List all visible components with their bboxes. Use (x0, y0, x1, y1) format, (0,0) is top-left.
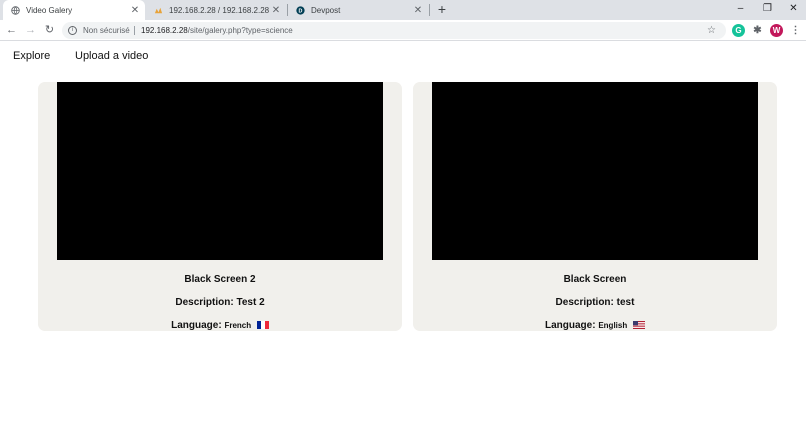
avatar[interactable]: W (770, 24, 783, 37)
language-label: Language: (544, 320, 596, 331)
browser-menu-icon[interactable]: ⋮ (789, 24, 802, 37)
us-flag-icon (633, 321, 645, 329)
security-label: Non sécurisé (83, 26, 130, 35)
close-window-button[interactable]: ✕ (780, 0, 806, 20)
info-icon[interactable]: i (68, 26, 77, 35)
video-language: Language: English (413, 320, 777, 331)
omnibox-divider (134, 26, 135, 35)
video-language: Language: French (38, 320, 402, 331)
url-host: 192.168.2.28 (141, 26, 188, 35)
extensions-puzzle-icon[interactable]: ✱ (751, 24, 764, 37)
video-description: Description: Test 2 (38, 297, 402, 308)
reload-icon: ↻ (44, 24, 55, 36)
french-flag-icon (256, 321, 269, 329)
reload-button[interactable]: ↻ (41, 22, 58, 39)
tab-divider (429, 4, 430, 16)
restore-button[interactable]: ❐ (754, 0, 781, 20)
new-tab-button[interactable]: + (434, 2, 450, 18)
video-title: Black Screen 2 (184, 274, 256, 285)
arrow-right-icon: → (25, 24, 36, 36)
grammarly-extension-icon[interactable]: G (732, 24, 745, 37)
profile-initial: W (772, 26, 781, 35)
browser-toolbar: ← → ↻ i Non sécurisé 192.168.2.28/site/g… (0, 20, 806, 41)
forward-button[interactable]: → (22, 22, 39, 39)
address-bar[interactable]: i Non sécurisé 192.168.2.28/site/galery.… (62, 22, 726, 39)
language-label: Language: (171, 320, 222, 331)
url-path: /site/galery.php?type=science (187, 26, 293, 35)
tab-title: 192.168.2.28 / 192.168.2.28 / hac (169, 5, 270, 15)
video-description: Description: test (413, 297, 777, 308)
description-value: Test 2 (236, 297, 265, 308)
nav-explore-link[interactable]: Explore (13, 50, 50, 62)
back-button[interactable]: ← (3, 22, 20, 39)
language-value: French (224, 321, 252, 330)
tab-phpmyadmin[interactable]: 192.168.2.28 / 192.168.2.28 / hac ✕ (146, 0, 286, 20)
nav-upload-link[interactable]: Upload a video (75, 50, 148, 62)
description-label: Description: (175, 297, 234, 308)
tab-video-galery[interactable]: Video Galery ✕ (3, 0, 145, 20)
url-text[interactable]: 192.168.2.28/site/galery.php?type=scienc… (141, 22, 293, 39)
description-value: test (616, 297, 635, 308)
tab-devpost[interactable]: D Devpost ✕ (288, 0, 428, 20)
tab-title: Video Galery (26, 5, 73, 15)
globe-icon (11, 5, 20, 15)
video-card: Black Screen 2 Description: Test 2 Langu… (38, 82, 402, 331)
minimize-button[interactable]: – (727, 0, 754, 20)
video-player[interactable] (57, 82, 383, 260)
tab-close-icon[interactable]: ✕ (270, 5, 282, 16)
description-label: Description: (555, 297, 614, 308)
phpmyadmin-icon (154, 7, 163, 13)
bookmark-star-icon[interactable]: ☆ (707, 22, 716, 39)
video-title: Black Screen (563, 274, 627, 285)
svg-text:D: D (299, 8, 303, 14)
video-card: Black Screen Description: test Language:… (413, 82, 777, 331)
arrow-left-icon: ← (6, 24, 17, 36)
tab-close-icon[interactable]: ✕ (129, 5, 141, 16)
language-value: English (598, 321, 628, 330)
site-nav: Explore Upload a video (0, 46, 806, 66)
video-player[interactable] (432, 82, 758, 260)
tab-strip: Video Galery ✕ 192.168.2.28 / 192.168.2.… (0, 0, 806, 20)
tab-title: Devpost (311, 5, 341, 15)
devpost-icon: D (296, 5, 305, 15)
tab-close-icon[interactable]: ✕ (412, 5, 424, 16)
